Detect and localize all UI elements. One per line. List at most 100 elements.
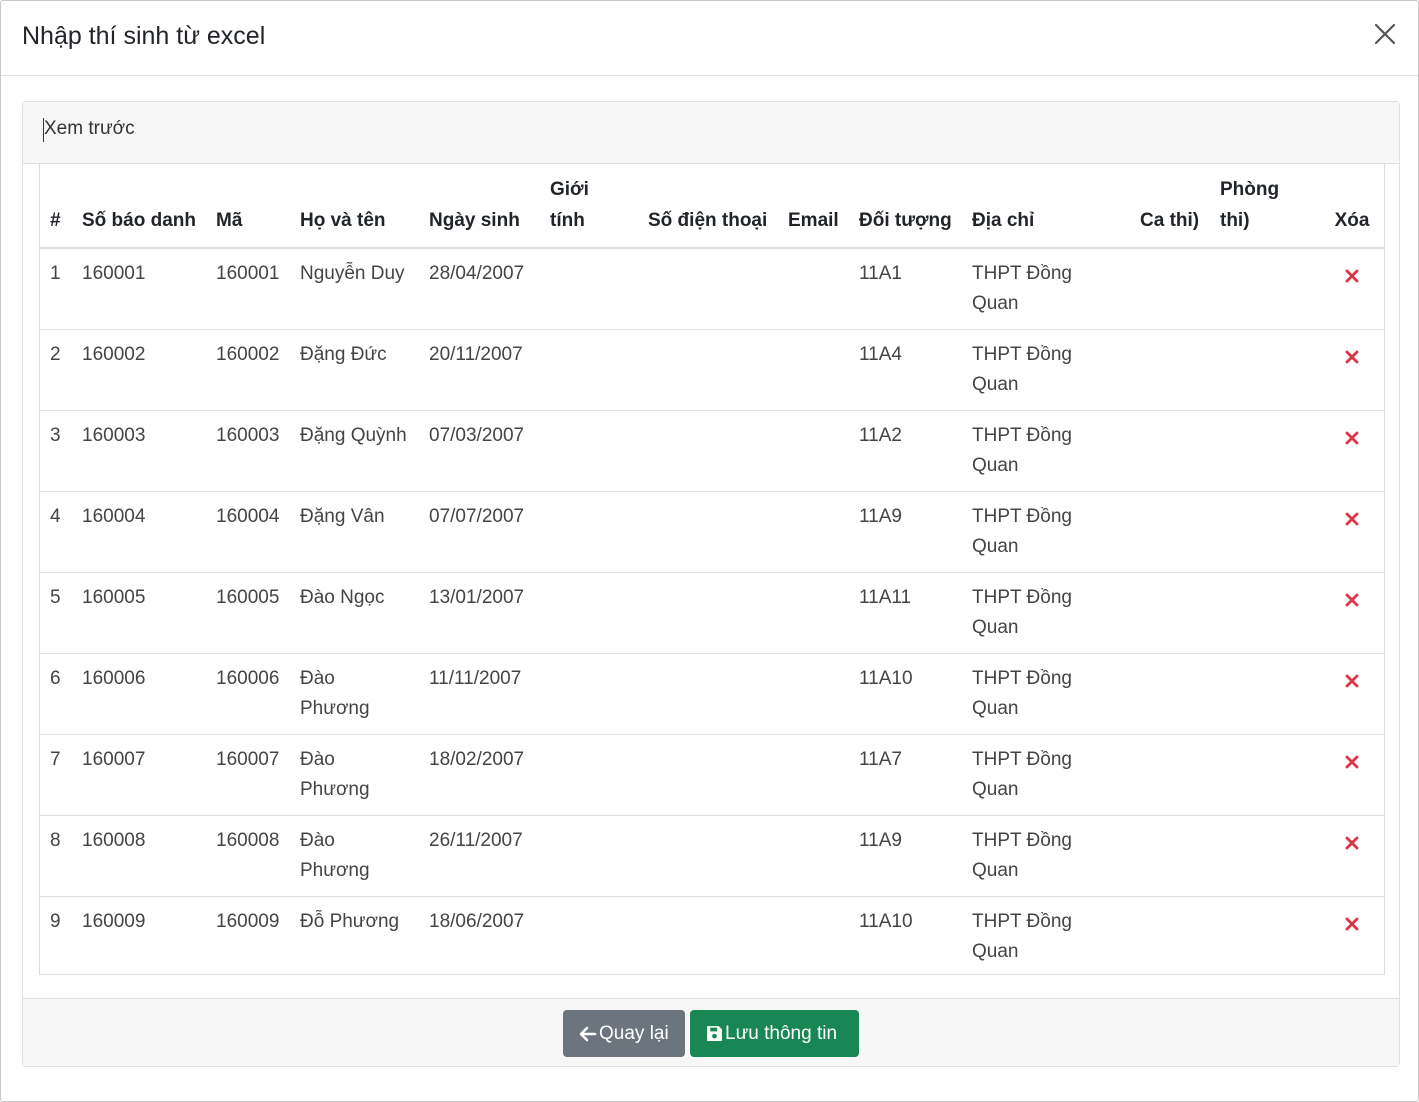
table-row: 7 160007 160007 Đào Phương 18/02/2007 11A7 THP… <box>40 734 1384 816</box>
arrow-left-icon <box>579 1026 597 1041</box>
cell-shift <box>1130 329 1210 411</box>
cell-shift <box>1130 734 1210 816</box>
cell-group: 11A9 <box>849 491 962 573</box>
cell-ma: 160009 <box>216 911 280 932</box>
cell-sbd: 160002 <box>72 329 206 411</box>
cell-room <box>1210 410 1320 492</box>
cell-delete <box>1320 897 1384 978</box>
cell-shift <box>1130 410 1210 492</box>
col-header-index: # <box>40 164 72 249</box>
students-table: # Số báo danh Mã Họ và tên Ngày sinh Giớ… <box>40 164 1384 977</box>
close-button[interactable] <box>1368 17 1402 51</box>
table-header-row: # Số báo danh Mã Họ và tên Ngày sinh Giớ… <box>40 164 1384 249</box>
card-footer: Quay lại Lưu thông tin <box>23 998 1399 1066</box>
cell-phone <box>638 248 778 330</box>
col-header-dia-chi: Địa chỉ <box>962 164 1130 249</box>
cell-name: Đặng Vân <box>290 491 419 573</box>
delete-row-button[interactable] <box>1345 664 1359 698</box>
cell-dob: 07/03/2007 <box>419 410 540 492</box>
delete-row-button[interactable] <box>1345 745 1359 779</box>
cell-delete <box>1320 815 1384 897</box>
delete-row-button[interactable] <box>1345 421 1359 455</box>
table-body: 1 160001 160001 Nguyễn Duy 28/04/2007 11A1 THP… <box>40 248 1384 977</box>
cell-address: THPT Đồng Quan <box>962 734 1130 816</box>
cell-address: THPT Đồng Quan <box>972 911 1072 962</box>
table-row: 4 160004 160004 Đặng Vân 07/07/2007 11A9 THPT … <box>40 491 1384 573</box>
cell-dob: 13/01/2007 <box>419 572 540 654</box>
x-mark-icon <box>1345 755 1359 769</box>
cell-gender <box>540 248 638 330</box>
table-row: 6 160006 160006 Đào Phương 11/11/2007 11A10 TH… <box>40 653 1384 735</box>
table-row: 9 160009 160009 Đỗ Phương 18/06/2007 11A10 THP… <box>40 897 1384 978</box>
delete-row-button[interactable] <box>1345 259 1359 293</box>
cell-ma: 160005 <box>206 572 290 654</box>
save-button[interactable]: Lưu thông tin <box>690 1010 859 1057</box>
table-row: 3 160003 160003 Đặng Quỳnh 07/03/2007 11A2 THP… <box>40 410 1384 492</box>
back-button[interactable]: Quay lại <box>563 1010 685 1057</box>
cell-address: THPT Đồng Quan <box>962 329 1130 411</box>
cell-sbd: 160004 <box>72 491 206 573</box>
cell-gender <box>540 491 638 573</box>
cell-room <box>1210 329 1320 411</box>
cell-sbd: 160009 <box>82 911 146 932</box>
cell-ma: 160008 <box>206 815 290 897</box>
cell-dob: 28/04/2007 <box>419 248 540 330</box>
cell-gender <box>540 410 638 492</box>
cell-group: 11A2 <box>849 410 962 492</box>
cell-name: Đặng Quỳnh <box>290 410 419 492</box>
x-mark-icon <box>1345 512 1359 526</box>
x-mark-icon <box>1345 836 1359 850</box>
cell-room <box>1210 734 1320 816</box>
cell-dob: 26/11/2007 <box>419 815 540 897</box>
col-header-xoa: Xóa <box>1320 164 1384 249</box>
col-header-ho-ten: Họ và tên <box>290 164 419 249</box>
cell-name: Đào Phương <box>290 734 419 816</box>
cell-index: 4 <box>40 491 72 573</box>
delete-row-button[interactable] <box>1345 907 1359 941</box>
close-icon <box>1374 23 1396 45</box>
col-header-sdt: Số điện thoại <box>638 164 778 249</box>
cell-dob: 11/11/2007 <box>419 653 540 735</box>
cell-name: Đào Ngọc <box>290 572 419 654</box>
cell-email <box>778 410 849 492</box>
col-header-ma: Mã <box>206 164 290 249</box>
cell-email <box>778 653 849 735</box>
x-mark-icon <box>1345 593 1359 607</box>
cell-address: THPT Đồng Quan <box>962 248 1130 330</box>
col-header-ca-thi: Ca thi) <box>1130 164 1210 249</box>
cell-room <box>1210 491 1320 573</box>
col-header-doi-tuong: Đối tượng <box>849 164 962 249</box>
cell-sbd: 160008 <box>72 815 206 897</box>
cell-name: Đặng Đức <box>290 329 419 411</box>
cell-room <box>1210 248 1320 330</box>
delete-row-button[interactable] <box>1345 583 1359 617</box>
cell-address: THPT Đồng Quan <box>962 410 1130 492</box>
cell-sbd: 160006 <box>72 653 206 735</box>
back-button-label: Quay lại <box>599 1022 669 1044</box>
cell-index: 3 <box>40 410 72 492</box>
delete-row-button[interactable] <box>1345 826 1359 860</box>
cell-address: THPT Đồng Quan <box>962 491 1130 573</box>
cell-dob: 18/02/2007 <box>419 734 540 816</box>
cell-phone <box>638 491 778 573</box>
col-header-email: Email <box>778 164 849 249</box>
cell-group: 11A9 <box>849 815 962 897</box>
cell-ma: 160001 <box>206 248 290 330</box>
cell-name: Đào Phương <box>290 653 419 735</box>
cell-email <box>778 248 849 330</box>
cell-email <box>778 572 849 654</box>
x-mark-icon <box>1345 674 1359 688</box>
cell-phone <box>638 329 778 411</box>
cell-email <box>778 491 849 573</box>
col-header-ngay-sinh: Ngày sinh <box>419 164 540 249</box>
cell-address: THPT Đồng Quan <box>962 653 1130 735</box>
cell-shift <box>1130 815 1210 897</box>
delete-row-button[interactable] <box>1345 340 1359 374</box>
cell-ma: 160006 <box>206 653 290 735</box>
preview-header: Xem trước <box>23 102 1399 164</box>
delete-row-button[interactable] <box>1345 502 1359 536</box>
x-mark-icon <box>1345 431 1359 445</box>
cell-gender <box>540 815 638 897</box>
cell-phone <box>638 572 778 654</box>
x-mark-icon <box>1345 350 1359 364</box>
